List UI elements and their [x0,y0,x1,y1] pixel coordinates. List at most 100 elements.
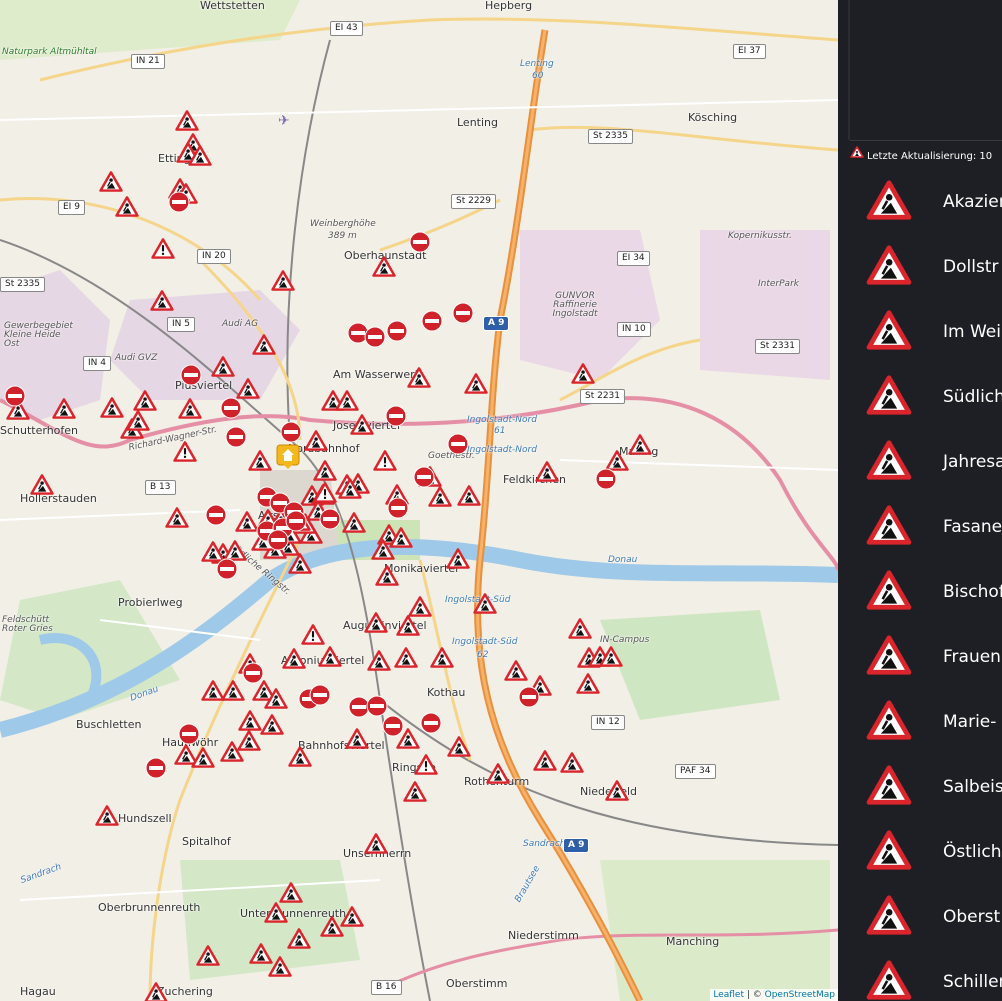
road-closed-marker-icon[interactable] [145,757,167,783]
roadworks-marker-icon[interactable] [473,592,497,618]
road-closed-marker-icon[interactable] [242,662,264,688]
road-closed-marker-icon[interactable] [180,364,202,390]
warning-marker-icon[interactable] [373,449,397,475]
roadworks-marker-icon[interactable] [126,409,150,435]
roadworks-list-item[interactable]: Östlich [850,820,1002,885]
roadworks-marker-icon[interactable] [95,804,119,830]
roadworks-marker-icon[interactable] [628,433,652,459]
warning-marker-icon[interactable] [151,237,175,263]
roadworks-marker-icon[interactable] [560,751,584,777]
roadworks-marker-icon[interactable] [196,944,220,970]
roadworks-list-item[interactable]: Oberst [850,885,1002,950]
road-closed-marker-icon[interactable] [387,497,409,523]
road-closed-marker-icon[interactable] [220,397,242,423]
roadworks-marker-icon[interactable] [576,672,600,698]
roadworks-list-item[interactable]: Südlich [850,365,1002,430]
road-closed-marker-icon[interactable] [4,385,26,411]
roadworks-list-item[interactable]: Bischof [850,560,1002,625]
road-closed-marker-icon[interactable] [518,686,540,712]
roadworks-marker-icon[interactable] [533,749,557,775]
road-closed-marker-icon[interactable] [225,426,247,452]
roadworks-marker-icon[interactable] [403,780,427,806]
road-closed-marker-icon[interactable] [319,508,341,534]
home-pin-icon[interactable] [276,444,300,474]
roadworks-marker-icon[interactable] [150,289,174,315]
road-closed-marker-icon[interactable] [595,468,617,494]
roadworks-marker-icon[interactable] [446,547,470,573]
roadworks-marker-icon[interactable] [318,645,342,671]
road-closed-marker-icon[interactable] [386,320,408,346]
roadworks-marker-icon[interactable] [568,617,592,643]
roadworks-marker-icon[interactable] [288,552,312,578]
roadworks-marker-icon[interactable] [407,366,431,392]
roadworks-marker-icon[interactable] [99,170,123,196]
roadworks-marker-icon[interactable] [367,649,391,675]
warning-marker-icon[interactable] [301,623,325,649]
road-closed-marker-icon[interactable] [309,684,331,710]
roadworks-list-item[interactable]: Dollstr [850,235,1002,300]
road-closed-marker-icon[interactable] [168,191,190,217]
roadworks-list-item[interactable]: Fasane [850,495,1002,560]
roadworks-marker-icon[interactable] [304,429,328,455]
roadworks-marker-icon[interactable] [345,727,369,753]
roadworks-marker-icon[interactable] [364,611,388,637]
roadworks-marker-icon[interactable] [371,538,395,564]
roadworks-list-item[interactable]: Marie- [850,690,1002,755]
roadworks-list-item[interactable]: Im Wei [850,300,1002,365]
roadworks-marker-icon[interactable] [271,269,295,295]
roadworks-marker-icon[interactable] [342,511,366,537]
warning-marker-icon[interactable] [173,440,197,466]
roadworks-marker-icon[interactable] [372,255,396,281]
roadworks-marker-icon[interactable] [248,449,272,475]
roadworks-marker-icon[interactable] [191,746,215,772]
warning-marker-icon[interactable] [414,753,438,779]
osm-link[interactable]: OpenStreetMap [765,990,835,1000]
road-closed-marker-icon[interactable] [421,310,443,336]
roadworks-marker-icon[interactable] [430,646,454,672]
roadworks-marker-icon[interactable] [320,915,344,941]
roadworks-marker-icon[interactable] [264,901,288,927]
roadworks-marker-icon[interactable] [447,735,471,761]
roadworks-marker-icon[interactable] [237,729,261,755]
roadworks-marker-icon[interactable] [175,109,199,135]
roadworks-marker-icon[interactable] [457,484,481,510]
road-closed-marker-icon[interactable] [413,466,435,492]
roadworks-marker-icon[interactable] [165,506,189,532]
roadworks-marker-icon[interactable] [30,473,54,499]
roadworks-marker-icon[interactable] [288,745,312,771]
roadworks-marker-icon[interactable] [335,389,359,415]
roadworks-marker-icon[interactable] [364,832,388,858]
roadworks-marker-icon[interactable] [211,355,235,381]
roadworks-list-item[interactable]: Salbeis [850,755,1002,820]
roadworks-marker-icon[interactable] [464,372,488,398]
road-closed-marker-icon[interactable] [267,529,289,555]
roadworks-marker-icon[interactable] [115,195,139,221]
roadworks-marker-icon[interactable] [287,927,311,953]
road-closed-marker-icon[interactable] [364,326,386,352]
road-closed-marker-icon[interactable] [420,712,442,738]
warning-marker-icon[interactable] [313,481,337,507]
roadworks-marker-icon[interactable] [252,333,276,359]
roadworks-marker-icon[interactable] [504,659,528,685]
roadworks-marker-icon[interactable] [260,713,284,739]
roadworks-list-item[interactable]: Frauen [850,625,1002,690]
leaflet-link[interactable]: Leaflet [713,990,744,1000]
road-closed-marker-icon[interactable] [452,302,474,328]
road-closed-marker-icon[interactable] [205,504,227,530]
road-closed-marker-icon[interactable] [409,231,431,257]
roadworks-marker-icon[interactable] [264,687,288,713]
roadworks-marker-icon[interactable] [599,645,623,671]
roadworks-marker-icon[interactable] [394,646,418,672]
roadworks-marker-icon[interactable] [486,762,510,788]
roadworks-list-item[interactable]: Akazien [850,170,1002,235]
roadworks-marker-icon[interactable] [144,981,168,1001]
roadworks-marker-icon[interactable] [282,647,306,673]
road-closed-marker-icon[interactable] [447,433,469,459]
road-closed-marker-icon[interactable] [382,715,404,741]
road-closed-marker-icon[interactable] [385,405,407,431]
roadworks-marker-icon[interactable] [188,144,212,170]
roadworks-marker-icon[interactable] [178,397,202,423]
roadworks-marker-icon[interactable] [338,477,362,503]
road-closed-marker-icon[interactable] [216,558,238,584]
roadworks-list-item[interactable]: Schiller [850,950,1002,1001]
